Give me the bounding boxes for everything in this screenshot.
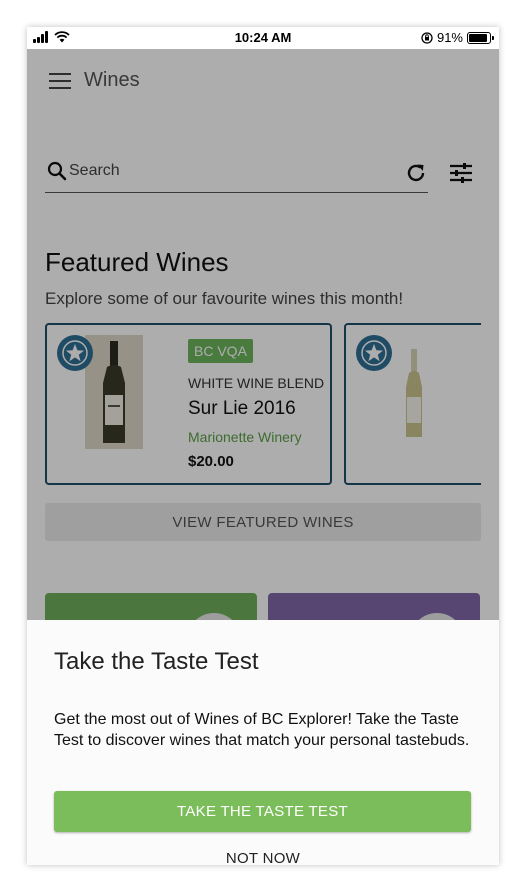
take-taste-test-button[interactable]: TAKE THE TASTE TEST	[54, 791, 471, 832]
status-bar: 10:24 AM 91%	[27, 27, 499, 49]
not-now-button[interactable]: NOT NOW	[163, 844, 363, 866]
app-content: Wines Featured Wines Explore some of our…	[27, 49, 499, 865]
status-right: 91%	[421, 30, 494, 45]
sheet-body: Get the most out of Wines of BC Explorer…	[54, 711, 470, 749]
taste-test-sheet: Take the Taste Test Get the most out of …	[27, 620, 499, 865]
battery-icon	[467, 31, 494, 44]
orientation-lock-icon	[421, 31, 433, 44]
phone-screen: 10:24 AM 91% Wines Search Featured Wines…	[27, 27, 499, 865]
battery-fill	[469, 33, 488, 42]
battery-percentage: 91%	[436, 30, 463, 45]
sheet-title: Take the Taste Test	[54, 648, 259, 675]
